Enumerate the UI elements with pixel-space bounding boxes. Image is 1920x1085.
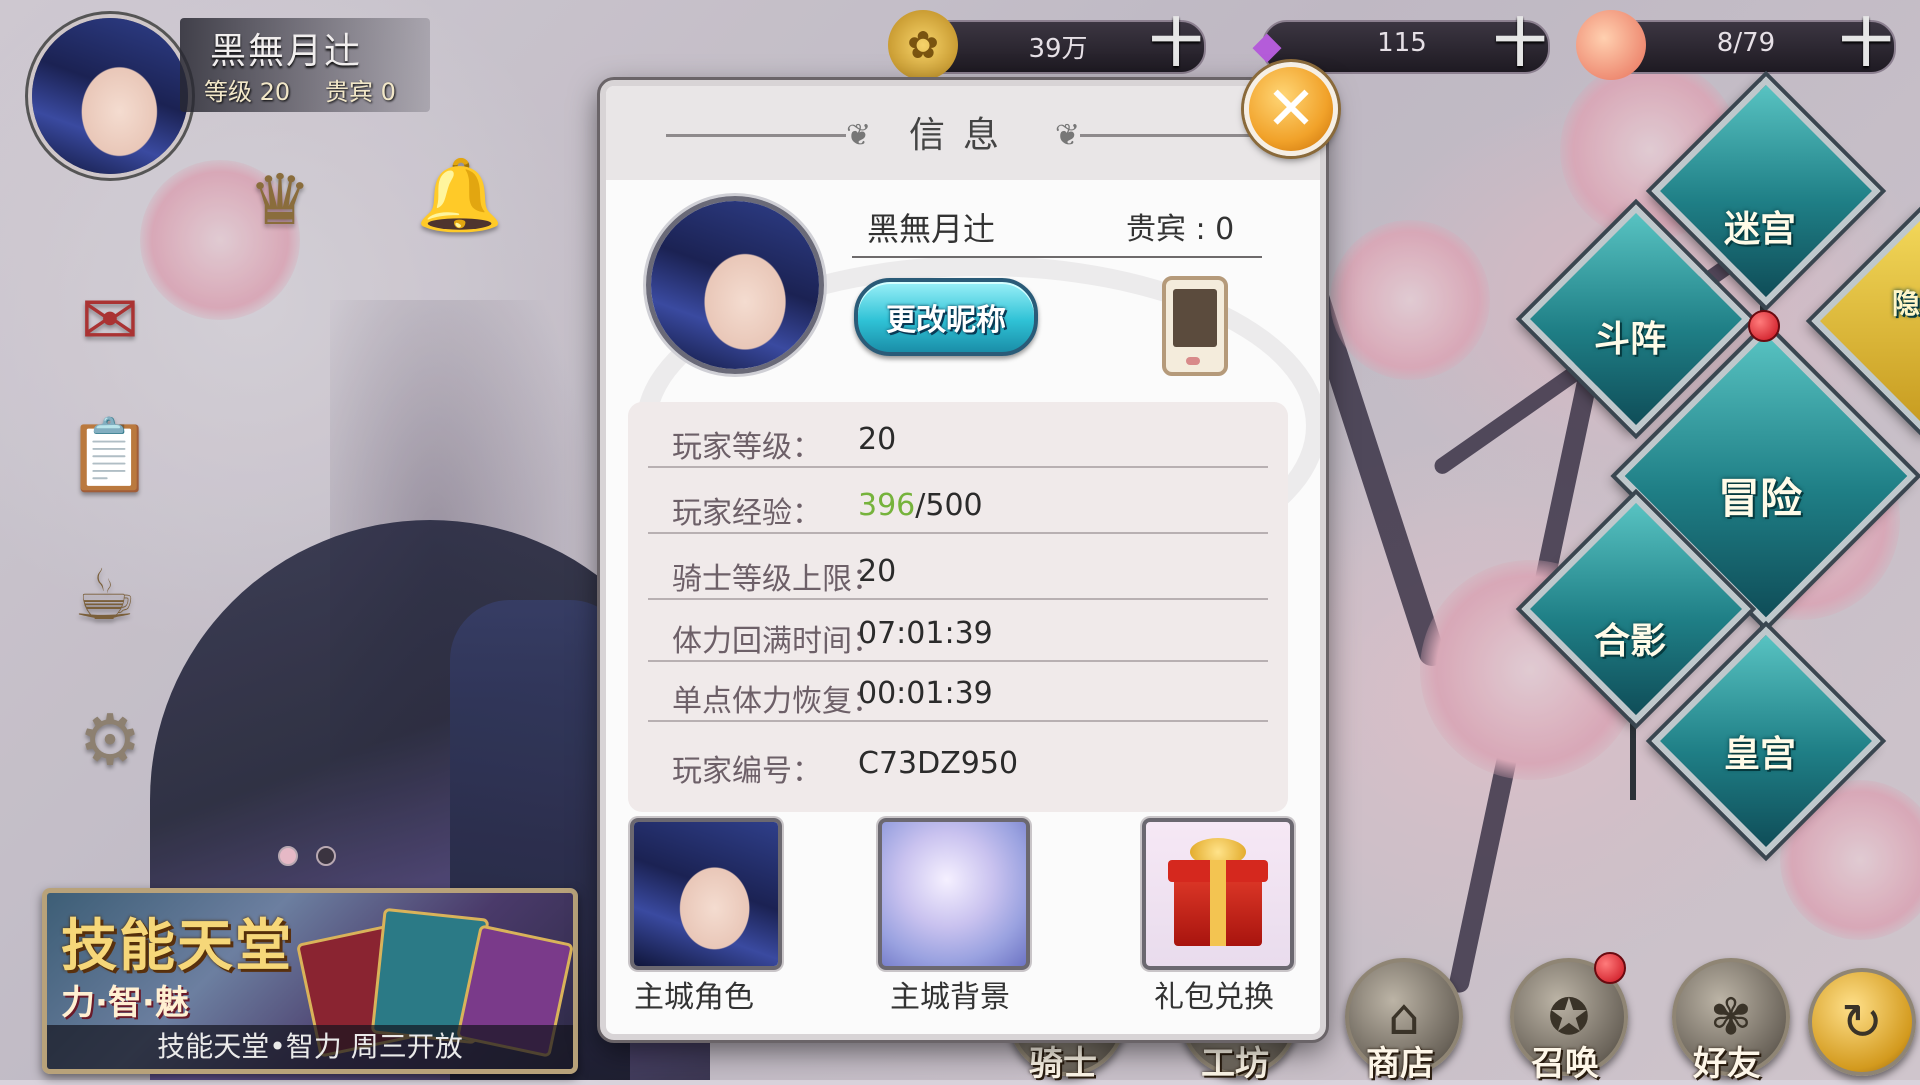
rename-button[interactable]: 更改昵称	[854, 278, 1038, 356]
stat-label: 体力回满时间：	[672, 624, 882, 659]
mail-envelope-icon[interactable]: ✉	[40, 270, 180, 370]
palace-label: 皇宫	[1723, 734, 1796, 775]
stat-row: 单点体力恢复： 00:01:39	[648, 666, 1268, 722]
stat-value: C73DZ950	[858, 746, 1019, 781]
phone-screen	[1173, 289, 1217, 347]
knight-label: 骑士	[1029, 1044, 1097, 1084]
arena-label: 斗阵	[1593, 319, 1666, 360]
vip-label: 贵宾	[325, 78, 373, 106]
notification-dot	[1594, 952, 1626, 984]
avatar-portrait	[651, 201, 819, 369]
profile-vip: 贵宾 : 0	[1126, 212, 1235, 247]
level-label: 等级	[204, 78, 252, 106]
stat-value: 396/500	[858, 488, 983, 523]
stat-value: 00:01:39	[858, 676, 993, 711]
stat-label: 单点体力恢复：	[672, 684, 882, 719]
stamina-value: 8/79	[1716, 28, 1776, 58]
tile-label: 礼包兑换	[1154, 980, 1274, 1015]
stat-label: 玩家编号：	[672, 754, 822, 789]
skill-heaven-banner[interactable]: 技能天堂 力·智·魅 技能天堂•智力 周三开放	[42, 888, 578, 1074]
add-gold-button[interactable]: 十	[1150, 18, 1202, 70]
banner-title: 技能天堂	[61, 914, 293, 979]
vip-value: 0	[380, 78, 396, 106]
friends-label: 好友	[1693, 1044, 1761, 1084]
stat-row: 玩家等级： 20	[648, 412, 1268, 468]
stat-row: 体力回满时间： 07:01:39	[648, 606, 1268, 662]
tile-label: 主城角色	[634, 980, 754, 1015]
hidden-label: 隐藏	[1891, 287, 1920, 320]
teacups-icon[interactable]: ☕	[30, 540, 180, 650]
add-diamond-button[interactable]: 十	[1494, 18, 1546, 70]
level-value: 20	[259, 78, 291, 106]
info-dialog: ❦ 信息 ❦ 黑無月辻 贵宾 : 0 更改昵称 玩家等级： 20 玩家经验： 3…	[600, 80, 1326, 1040]
row-divider	[648, 532, 1268, 534]
row-divider	[648, 466, 1268, 468]
bells-icon[interactable]: 🔔	[390, 135, 530, 255]
stats-panel: 玩家等级： 20 玩家经验： 396/500 骑士等级上限： 20 体力回满时间…	[628, 402, 1288, 812]
photo-label: 合影	[1593, 621, 1666, 662]
banner-pager	[278, 846, 336, 866]
row-divider	[648, 598, 1268, 600]
peach-icon	[1576, 10, 1646, 80]
exp-max: /500	[915, 488, 983, 523]
title-rule	[1080, 134, 1260, 137]
close-icon[interactable]: ✕	[1244, 62, 1338, 156]
ornament-icon: ❦	[1054, 118, 1080, 153]
tile-label: 主城背景	[890, 980, 1010, 1015]
phone-home-button	[1186, 357, 1200, 365]
name-underline	[852, 256, 1262, 258]
dialog-header: ❦ 信息 ❦	[606, 86, 1320, 180]
stat-row: 玩家编号： C73DZ950	[648, 736, 1268, 792]
stat-label: 玩家经验：	[672, 496, 822, 531]
dialog-title: 信息	[908, 115, 1017, 156]
stat-value: 07:01:39	[858, 616, 993, 651]
phone-bind-icon[interactable]	[1162, 276, 1228, 376]
shop-label: 商店	[1366, 1044, 1434, 1084]
stat-row: 玩家经验： 396/500	[648, 478, 1268, 534]
main-city-character-tile[interactable]	[630, 818, 782, 970]
stat-label: 骑士等级上限：	[672, 562, 882, 597]
stat-row: 骑士等级上限： 20	[648, 544, 1268, 600]
player-name: 黑無月辻	[210, 31, 363, 72]
stat-value: 20	[858, 554, 897, 589]
gold-coin-icon: ✿	[888, 10, 958, 80]
player-level: 等级 20	[204, 72, 290, 107]
pager-dot[interactable]	[278, 846, 298, 866]
avatar-portrait	[32, 18, 188, 174]
pager-dot[interactable]	[316, 846, 336, 866]
gift-ribbon	[1210, 860, 1226, 946]
banner-footer: 技能天堂•智力 周三开放	[47, 1025, 573, 1069]
player-vip: 贵宾 0	[325, 72, 396, 107]
adventure-label: 冒险	[1717, 474, 1802, 523]
crown-laurel-icon[interactable]: ♛	[220, 145, 340, 255]
player-avatar[interactable]	[28, 14, 192, 178]
quest-clipboard-icon[interactable]: 📋	[40, 395, 180, 515]
maze-label: 迷宫	[1723, 209, 1796, 250]
gift-code-tile[interactable]	[1142, 818, 1294, 970]
banner-subtitle: 力·智·魅	[61, 983, 189, 1023]
row-divider	[648, 660, 1268, 662]
stamina-resource: 8/79 十	[1576, 10, 1896, 80]
row-divider	[648, 720, 1268, 722]
stat-label: 玩家等级：	[672, 430, 822, 465]
gold-resource: ✿ 39万 十	[888, 10, 1206, 80]
exp-current: 396	[858, 488, 916, 523]
notification-dot	[1748, 310, 1780, 342]
main-city-background-tile[interactable]	[878, 818, 1030, 970]
workshop-label: 工坊	[1201, 1044, 1269, 1084]
settings-gear-icon[interactable]: ⚙	[45, 680, 175, 800]
avatar-portrait	[634, 822, 778, 966]
stat-value: 20	[858, 422, 897, 457]
summon-label: 召唤	[1531, 1044, 1599, 1084]
back-arrow-button[interactable]: ↻	[1808, 968, 1916, 1076]
profile-avatar	[646, 196, 824, 374]
gold-value: 39万	[1028, 34, 1088, 64]
add-stamina-button[interactable]: 十	[1840, 18, 1892, 70]
diamond-value: 115	[1377, 28, 1427, 58]
profile-name: 黑無月辻	[866, 210, 995, 248]
